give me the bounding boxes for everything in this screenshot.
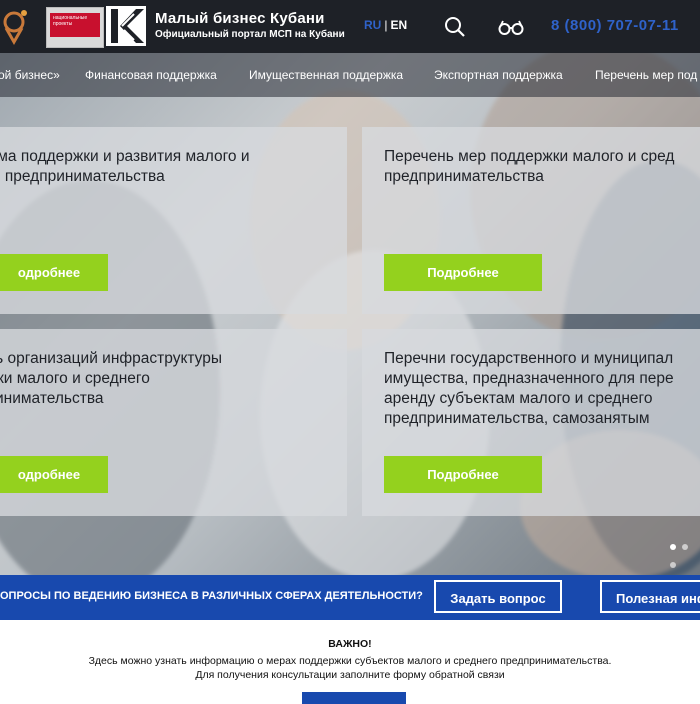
card-title: ень организаций инфраструктуры ржки мало… bbox=[0, 350, 223, 407]
feedback-form-button[interactable] bbox=[302, 692, 406, 704]
card-title: амма поддержки и развития малого и его п… bbox=[0, 148, 250, 185]
more-button[interactable]: Подробнее bbox=[384, 254, 542, 291]
more-button[interactable]: Подробнее bbox=[384, 456, 542, 493]
property-lists-card: Перечни государственного и муниципал иму… bbox=[362, 329, 700, 516]
phone-number-link[interactable]: 8 (800) 707-07-11 bbox=[551, 17, 679, 34]
nav-item-property-support[interactable]: Имущественная поддержка bbox=[249, 68, 403, 82]
lang-ru-link[interactable]: RU bbox=[364, 18, 381, 32]
slider-pagination bbox=[670, 537, 700, 573]
notice-text: Для получения консультации заполните фор… bbox=[195, 669, 505, 681]
infrastructure-organizations-card: ень организаций инфраструктуры ржки мало… bbox=[0, 329, 347, 516]
card-title: Перечни государственного и муниципал иму… bbox=[384, 350, 674, 427]
nav-item-export-support[interactable]: Экспортная поддержка bbox=[434, 68, 563, 82]
nav-item-my-business[interactable]: ой бизнес» bbox=[0, 68, 60, 82]
location-pin-logo-icon[interactable] bbox=[0, 8, 30, 46]
card-title: Перечень мер поддержки малого и сред пре… bbox=[384, 148, 675, 185]
nav-item-support-measures-list[interactable]: Перечень мер под bbox=[595, 68, 697, 82]
questions-banner-text: ОПРОСЫ ПО ВЕДЕНИЮ БИЗНЕСА В РАЗЛИЧНЫХ СФ… bbox=[0, 590, 423, 602]
main-navigation: ой бизнес» Финансовая поддержка Имуществ… bbox=[0, 53, 700, 97]
slider-dot[interactable] bbox=[670, 544, 676, 550]
site-header: национальные проекты Малый бизнес Кубани… bbox=[0, 0, 700, 53]
notice-heading: ВАЖНО! bbox=[328, 638, 372, 650]
ask-question-button[interactable]: Задать вопрос bbox=[434, 580, 562, 613]
support-program-card: амма поддержки и развития малого и его п… bbox=[0, 127, 347, 314]
slider-dot[interactable] bbox=[670, 562, 676, 568]
slider-dot[interactable] bbox=[682, 544, 688, 550]
visually-impaired-glasses-icon[interactable] bbox=[498, 18, 524, 36]
msp-kuban-logo-icon[interactable] bbox=[106, 6, 146, 46]
nav-item-financial-support[interactable]: Финансовая поддержка bbox=[85, 68, 217, 82]
important-notice: ВАЖНО! Здесь можно узнать информацию о м… bbox=[0, 620, 700, 704]
national-projects-logo[interactable]: национальные проекты bbox=[46, 7, 104, 48]
support-measures-card: Перечень мер поддержки малого и сред пре… bbox=[362, 127, 700, 314]
lang-en-link[interactable]: EN bbox=[390, 18, 407, 32]
brand-title[interactable]: Малый бизнес Кубани bbox=[155, 10, 325, 27]
more-button[interactable]: одробнее bbox=[0, 254, 108, 291]
notice-text: Здесь можно узнать информацию о мерах по… bbox=[88, 655, 612, 667]
more-button[interactable]: одробнее bbox=[0, 456, 108, 493]
search-icon[interactable] bbox=[444, 16, 466, 38]
language-switcher: RU | EN bbox=[364, 18, 407, 32]
brand-subtitle: Официальный портал МСП на Кубани bbox=[155, 29, 345, 40]
lang-separator: | bbox=[384, 18, 388, 32]
useful-info-button[interactable]: Полезная инф bbox=[600, 580, 700, 613]
questions-banner: ОПРОСЫ ПО ВЕДЕНИЮ БИЗНЕСА В РАЗЛИЧНЫХ СФ… bbox=[0, 575, 700, 620]
